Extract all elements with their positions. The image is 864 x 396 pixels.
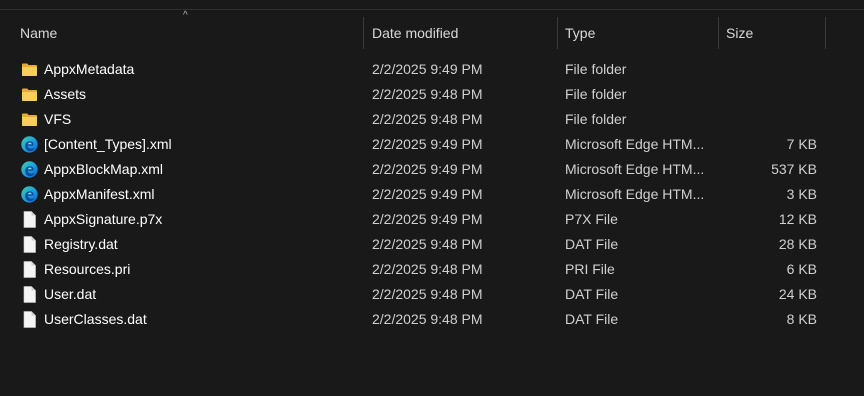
file-name: [Content_Types].xml xyxy=(44,136,172,152)
file-row[interactable]: VFS 2/2/2025 9:48 PM File folder xyxy=(0,107,864,132)
file-row[interactable]: Registry.dat 2/2/2025 9:48 PM DAT File 28 K… xyxy=(0,232,864,257)
file-type: Microsoft Edge HTM... xyxy=(565,136,705,152)
file-name: Resources.pri xyxy=(44,261,131,277)
file-explorer-details-view: ^ Name Date modified Type Size AppxMetad… xyxy=(0,0,864,396)
file-date-modified: 2/2/2025 9:48 PM xyxy=(372,111,483,127)
file-size xyxy=(720,57,817,82)
folder-icon xyxy=(20,60,39,79)
folder-icon xyxy=(20,110,39,129)
file-name: UserClasses.dat xyxy=(44,311,147,327)
file-date-modified: 2/2/2025 9:49 PM xyxy=(372,211,483,227)
column-divider[interactable] xyxy=(825,17,826,49)
file-name: Assets xyxy=(44,86,87,102)
file-icon xyxy=(20,310,39,329)
file-date-modified: 2/2/2025 9:48 PM xyxy=(372,286,483,302)
file-name: AppxBlockMap.xml xyxy=(44,161,164,177)
file-type: Microsoft Edge HTM... xyxy=(565,186,705,202)
file-name: AppxMetadata xyxy=(44,61,135,77)
file-date-modified: 2/2/2025 9:49 PM xyxy=(372,161,483,177)
file-row[interactable]: Resources.pri 2/2/2025 9:48 PM PRI File 6 K… xyxy=(0,257,864,282)
file-size: 6 KB xyxy=(786,261,817,277)
file-name: AppxManifest.xml xyxy=(44,186,155,202)
top-divider xyxy=(0,9,864,10)
file-type: DAT File xyxy=(565,236,619,252)
column-header-size[interactable]: Size xyxy=(726,17,821,49)
file-date-modified: 2/2/2025 9:48 PM xyxy=(372,236,483,252)
file-icon xyxy=(20,285,39,304)
folder-icon xyxy=(20,85,39,104)
column-divider[interactable] xyxy=(718,17,719,49)
file-size: 24 KB xyxy=(778,286,817,302)
file-row[interactable]: AppxMetadata 2/2/2025 9:49 PM File folder xyxy=(0,57,864,82)
file-size xyxy=(720,82,817,107)
file-row[interactable]: UserClasses.dat 2/2/2025 9:48 PM DAT File 8… xyxy=(0,307,864,332)
file-size: 28 KB xyxy=(778,236,817,252)
file-row[interactable]: AppxManifest.xml 2/2/2025 9:49 PM Microsof… xyxy=(0,182,864,207)
file-date-modified: 2/2/2025 9:49 PM xyxy=(372,186,483,202)
file-date-modified: 2/2/2025 9:48 PM xyxy=(372,311,483,327)
file-type: P7X File xyxy=(565,211,618,227)
column-divider[interactable] xyxy=(557,17,558,49)
file-name: User.dat xyxy=(44,286,97,302)
file-row[interactable]: AppxBlockMap.xml 2/2/2025 9:49 PM Microsof… xyxy=(0,157,864,182)
column-divider[interactable] xyxy=(363,17,364,49)
file-name: AppxSignature.p7x xyxy=(44,211,163,227)
file-row[interactable]: [Content_Types].xml 2/2/2025 9:49 PM Micro… xyxy=(0,132,864,157)
column-header-row: Name Date modified Type Size xyxy=(0,17,864,49)
file-size: 537 KB xyxy=(771,161,817,177)
file-row[interactable]: Assets 2/2/2025 9:48 PM File folder xyxy=(0,82,864,107)
file-type: File folder xyxy=(565,111,627,127)
file-size: 7 KB xyxy=(786,136,817,152)
file-type: File folder xyxy=(565,61,627,77)
edge-icon xyxy=(20,160,39,179)
file-name: Registry.dat xyxy=(44,236,118,252)
file-date-modified: 2/2/2025 9:48 PM xyxy=(372,86,483,102)
column-header-type[interactable]: Type xyxy=(565,17,715,49)
column-header-name[interactable]: Name xyxy=(20,17,360,49)
file-type: DAT File xyxy=(565,286,619,302)
file-row[interactable]: User.dat 2/2/2025 9:48 PM DAT File 24 KB xyxy=(0,282,864,307)
file-date-modified: 2/2/2025 9:49 PM xyxy=(372,136,483,152)
file-icon xyxy=(20,235,39,254)
file-type: File folder xyxy=(565,86,627,102)
edge-icon xyxy=(20,135,39,154)
file-icon xyxy=(20,210,39,229)
file-size: 3 KB xyxy=(786,186,817,202)
file-size: 12 KB xyxy=(778,211,817,227)
file-list: AppxMetadata 2/2/2025 9:49 PM File folder A… xyxy=(0,57,864,332)
file-type: PRI File xyxy=(565,261,615,277)
file-name: VFS xyxy=(44,111,72,127)
file-date-modified: 2/2/2025 9:48 PM xyxy=(372,261,483,277)
file-type: DAT File xyxy=(565,311,619,327)
file-type: Microsoft Edge HTM... xyxy=(565,161,705,177)
file-size: 8 KB xyxy=(786,311,817,327)
file-size xyxy=(720,107,817,132)
column-header-date-modified[interactable]: Date modified xyxy=(372,17,552,49)
edge-icon xyxy=(20,185,39,204)
file-date-modified: 2/2/2025 9:49 PM xyxy=(372,61,483,77)
file-row[interactable]: AppxSignature.p7x 2/2/2025 9:49 PM P7X Fil… xyxy=(0,207,864,232)
file-icon xyxy=(20,260,39,279)
